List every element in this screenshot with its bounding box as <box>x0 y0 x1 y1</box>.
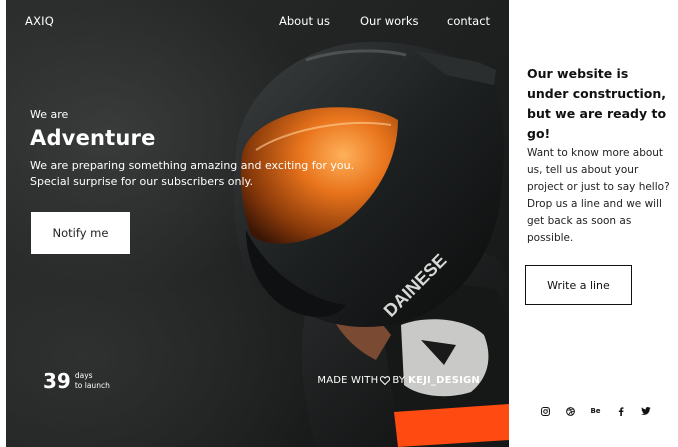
countdown-unit: days <box>74 371 93 380</box>
hero-title: Adventure <box>30 126 156 150</box>
hero-intro: We are Adventure We are preparing someth… <box>30 108 370 190</box>
info-panel: Our website is under construction, but w… <box>509 0 678 447</box>
behance-icon[interactable]: Be <box>583 404 608 418</box>
panel-title: Our website is under construction, but w… <box>527 66 667 141</box>
heart-icon <box>380 376 391 385</box>
nav-link-works[interactable]: Our works <box>360 14 419 28</box>
social-links: Be <box>533 404 658 418</box>
nav-link-about[interactable]: About us <box>279 14 330 28</box>
designer-credit: MADE WITH BY KEJI_DESIGN <box>317 375 480 386</box>
hero-pretitle: We are <box>30 108 69 121</box>
top-nav: AXIQ About us Our works contact <box>6 13 509 31</box>
write-a-line-button[interactable]: Write a line <box>525 265 632 305</box>
hero-description: We are preparing something amazing and e… <box>30 159 355 188</box>
facebook-icon[interactable] <box>608 404 633 418</box>
countdown-suffix: to launch <box>74 381 110 390</box>
countdown-number: 39 <box>43 369 71 393</box>
nav-link-contact[interactable]: contact <box>447 14 490 28</box>
credit-made-with: MADE WITH <box>317 375 379 386</box>
credit-designer[interactable]: KEJI_DESIGN <box>408 375 480 386</box>
credit-by: BY <box>392 375 406 386</box>
countdown-label: days to launch <box>75 371 110 391</box>
brand-logo[interactable]: AXIQ <box>25 14 54 28</box>
panel-text: Want to know more about us, tell us abou… <box>527 147 670 244</box>
hero-section: DAINESE AXIQ About us Our works contact … <box>6 0 509 447</box>
dribbble-icon[interactable] <box>558 404 583 418</box>
instagram-icon[interactable] <box>533 404 558 418</box>
notify-me-button[interactable]: Notify me <box>31 212 130 254</box>
twitter-icon[interactable] <box>633 404 658 418</box>
launch-countdown: 39 days to launch <box>43 369 110 393</box>
